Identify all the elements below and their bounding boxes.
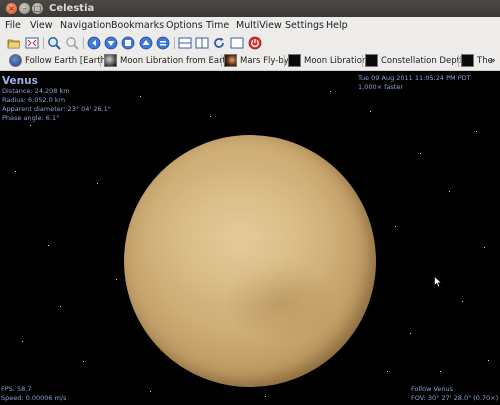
- star: [476, 131, 477, 132]
- menu-settings[interactable]: Settings: [285, 17, 324, 34]
- menu-multiview[interactable]: MultiView: [236, 17, 282, 34]
- single-view-icon[interactable]: [230, 36, 244, 50]
- star: [410, 333, 411, 334]
- star: [420, 153, 421, 154]
- star: [265, 396, 266, 397]
- bookmark-bar: Follow Earth [Earth] Moon Libration from…: [0, 52, 500, 71]
- star: [150, 391, 151, 392]
- moon-libration-thumbnail-icon: [288, 54, 301, 67]
- star: [395, 226, 396, 227]
- star: [15, 171, 16, 172]
- moon-thumbnail-icon: [104, 54, 117, 67]
- menu-help[interactable]: Help: [326, 17, 348, 34]
- bookmark-mars-fly-by[interactable]: Mars Fly-by: [240, 52, 289, 70]
- mars-thumbnail-icon: [224, 54, 237, 67]
- performance-panel: FPS: 58.7 Speed: 0.00006 m/s: [1, 385, 67, 403]
- follow-target: Follow Venus: [411, 385, 454, 393]
- menu-navigation[interactable]: Navigation: [60, 17, 111, 34]
- bookmark-separator: [100, 55, 101, 67]
- star: [370, 111, 371, 112]
- star: [22, 341, 23, 342]
- star: [60, 306, 61, 307]
- toolbar-separator: [174, 37, 175, 49]
- split-horizontal-icon[interactable]: [178, 36, 192, 50]
- open-folder-icon[interactable]: [7, 36, 21, 50]
- slower-icon[interactable]: [104, 36, 118, 50]
- mouse-cursor-icon: [434, 276, 442, 288]
- bookmark-separator: [362, 55, 363, 67]
- bookmark-constellation-depth[interactable]: Constellation Depth: [381, 52, 465, 70]
- star: [140, 96, 141, 97]
- bookmark-moon-libration[interactable]: Moon Libration: [304, 52, 367, 70]
- bookmark-separator: [221, 55, 222, 67]
- star: [30, 125, 31, 126]
- cycle-view-icon[interactable]: [212, 36, 226, 50]
- fov-readout: FOV: 30° 27' 28.0" (0.70×): [411, 394, 499, 402]
- object-apparent-diameter: Apparent diameter: 23° 04' 26.1": [2, 105, 111, 113]
- zoom-disabled-icon[interactable]: [65, 36, 79, 50]
- menu-options[interactable]: Options: [166, 17, 203, 34]
- faster-icon[interactable]: [139, 36, 153, 50]
- star: [330, 91, 331, 92]
- zoom-search-icon[interactable]: [47, 36, 61, 50]
- reverse-time-icon[interactable]: [87, 36, 101, 50]
- star: [387, 371, 388, 372]
- space-viewport[interactable]: Venus Distance: 24,208 km Radius: 6,052.…: [0, 71, 500, 405]
- star: [116, 279, 117, 280]
- view-info-panel: Follow Venus FOV: 30° 27' 28.0" (0.70×): [411, 385, 498, 403]
- earth-thumbnail-icon: [9, 54, 22, 67]
- object-phase-angle: Phase angle: 6.1°: [2, 114, 60, 122]
- star: [83, 361, 84, 362]
- simulation-datetime: Tue 09 Aug 2011 11:05:24 PM PDT: [358, 74, 471, 82]
- delete-view-icon[interactable]: [248, 36, 262, 50]
- star: [488, 360, 489, 361]
- bookmark-follow-earth[interactable]: Follow Earth [Earth]: [25, 52, 109, 70]
- star: [440, 371, 441, 372]
- object-info-panel: Venus Distance: 24,208 km Radius: 6,052.…: [2, 75, 111, 123]
- menu-bar: File View Navigation Bookmarks Options T…: [0, 17, 500, 34]
- fullscreen-icon[interactable]: [25, 36, 39, 50]
- bookmark-moon-libration-from-earth[interactable]: Moon Libration from Earth: [120, 52, 231, 70]
- speed-readout: Speed: 0.00006 m/s: [1, 394, 67, 402]
- star: [449, 191, 450, 192]
- constellation-depth-thumbnail-icon: [365, 54, 378, 67]
- bookmark-thumbnail-icon: [461, 54, 474, 67]
- menu-view[interactable]: View: [30, 17, 53, 34]
- window-title: Celestia: [49, 3, 95, 14]
- menu-file[interactable]: File: [5, 17, 21, 34]
- object-distance: Distance: 24,208 km: [2, 87, 70, 95]
- title-bar: × – □ Celestia: [0, 0, 500, 17]
- close-window-button[interactable]: ×: [6, 3, 17, 14]
- object-radius: Radius: 6,052.0 km: [2, 96, 66, 104]
- toolbar: [0, 34, 500, 52]
- time-info-panel: Tue 09 Aug 2011 11:05:24 PM PDT 1,000× f…: [358, 74, 471, 92]
- bookmark-overflow-button[interactable]: »: [490, 52, 496, 70]
- object-name: Venus: [2, 75, 38, 87]
- bookmark-separator: [458, 55, 459, 67]
- star: [97, 183, 98, 184]
- toolbar-separator: [83, 37, 84, 49]
- venus-planet[interactable]: [124, 135, 376, 387]
- menu-bookmarks[interactable]: Bookmarks: [111, 17, 164, 34]
- star: [462, 301, 463, 302]
- star: [484, 247, 485, 248]
- celestia-window: × – □ Celestia File View Navigation Book…: [0, 0, 500, 405]
- maximize-window-button[interactable]: □: [32, 3, 43, 14]
- toolbar-separator: [43, 37, 44, 49]
- minimize-window-button[interactable]: –: [19, 3, 30, 14]
- star: [210, 116, 211, 117]
- current-time-icon[interactable]: [156, 36, 170, 50]
- split-vertical-icon[interactable]: [195, 36, 209, 50]
- star: [48, 245, 49, 246]
- fps-readout: FPS: 58.7: [1, 385, 32, 393]
- time-rate: 1,000× faster: [358, 83, 403, 91]
- stop-time-icon[interactable]: [121, 36, 135, 50]
- menu-time[interactable]: Time: [206, 17, 229, 34]
- bookmark-separator: [284, 55, 285, 67]
